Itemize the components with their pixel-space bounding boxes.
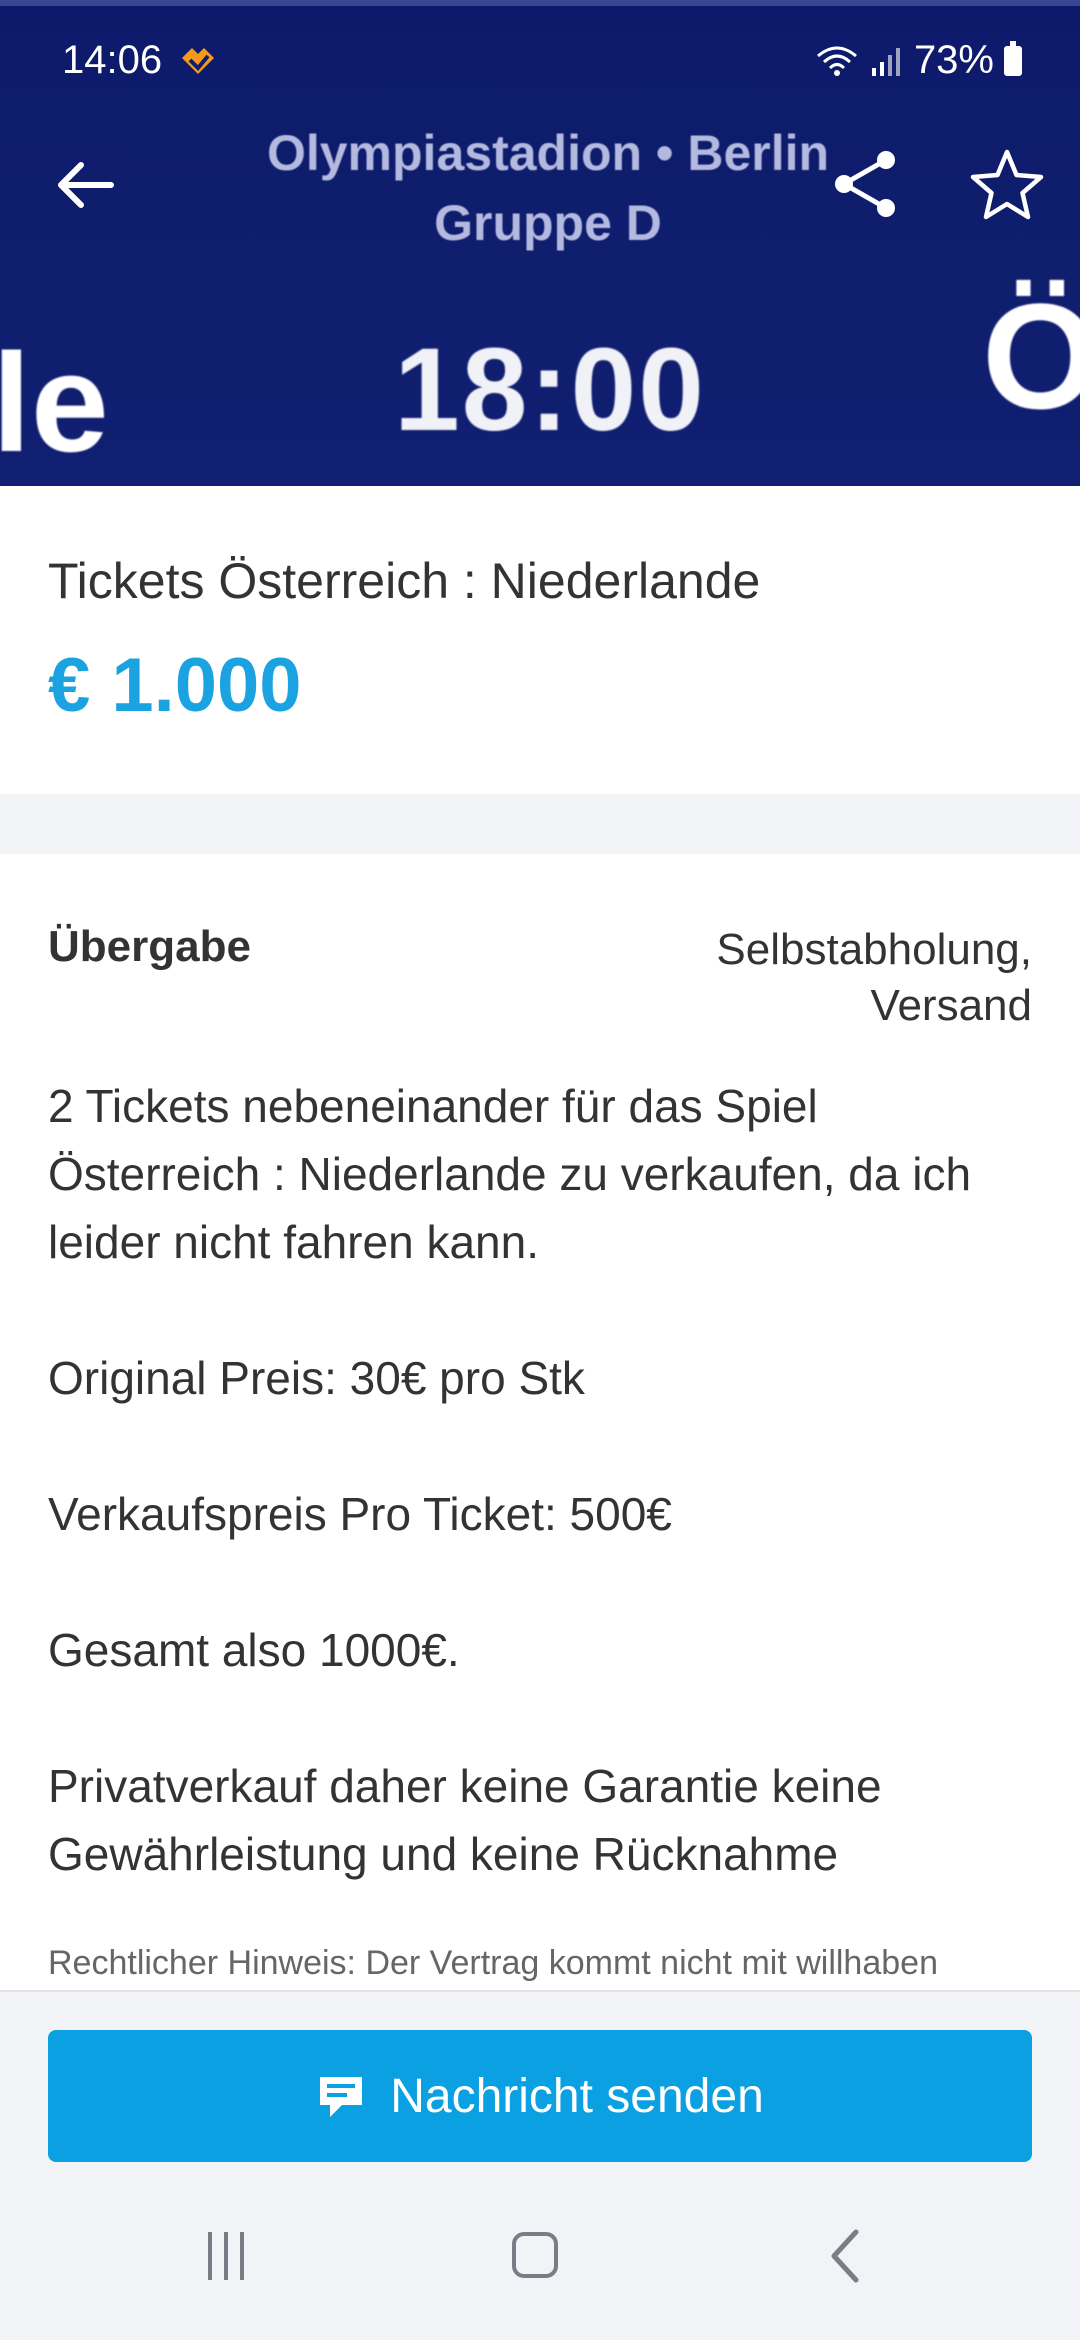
status-indicators: 73% [814, 38, 1022, 83]
listing-description: 2 Tickets nebeneinander für das Spiel Ös… [48, 1072, 1038, 1956]
legal-notice: Rechtlicher Hinweis: Der Vertrag kommt n… [48, 1944, 938, 1982]
handover-value-line1: Selbstabholung, [716, 925, 1032, 974]
event-header-image: 14:06 73% Olympiastadion • Berlin Gruppe… [0, 0, 1080, 486]
system-navigation-bar [0, 2192, 1080, 2340]
battery-percent: 73% [913, 38, 994, 82]
description-paragraph: 2 Tickets nebeneinander für das Spiel Ös… [48, 1080, 972, 1268]
back-button[interactable] [50, 150, 120, 220]
description-paragraph: Original Preis: 30€ pro Stk [48, 1352, 585, 1404]
team-right-fragment: Ö [982, 272, 1080, 440]
chat-message-icon [320, 2077, 363, 2117]
star-outline-icon[interactable] [968, 146, 1046, 224]
venue-text: Olympiastadion • Berlin Gruppe D [248, 118, 848, 258]
listing-title: Tickets Österreich : Niederlande [48, 553, 761, 609]
listing-details: Übergabe Selbstabholung, Versand 2 Ticke… [0, 854, 1080, 1994]
app-screen: 14:06 73% Olympiastadion • Berlin Gruppe… [0, 0, 1080, 2340]
venue-line1: Olympiastadion • Berlin [266, 125, 830, 181]
bottom-action-bar: Nachricht senden [0, 1990, 1080, 2340]
listing-price: € 1.000 [48, 643, 302, 728]
battery-icon [1004, 40, 1022, 76]
team-left-fragment: le [0, 324, 109, 481]
recent-apps-icon[interactable] [208, 2232, 256, 2280]
section-divider [0, 794, 1080, 854]
listing-header: Tickets Österreich : Niederlande € 1.000 [0, 486, 1080, 794]
home-icon[interactable] [512, 2232, 558, 2278]
kickoff-time: 18:00 [394, 324, 706, 456]
handover-value: Selbstabholung, Versand [572, 922, 1032, 1034]
venue-line2: Gruppe D [434, 195, 662, 251]
wifi-icon [816, 46, 857, 76]
description-paragraph: Gesamt also 1000€. [48, 1624, 460, 1676]
status-time: 14:06 [62, 38, 163, 82]
nav-back-icon[interactable] [822, 2226, 872, 2286]
signal-icon [871, 47, 900, 76]
arrow-left-icon [58, 162, 114, 208]
description-paragraph: Verkaufspreis Pro Ticket: 500€ [48, 1488, 672, 1540]
send-message-label: Nachricht senden [390, 2069, 764, 2123]
share-icon[interactable] [828, 146, 904, 222]
handover-label: Übergabe [48, 922, 251, 971]
handover-value-line2: Versand [870, 981, 1032, 1030]
app-notification-icon [182, 48, 214, 74]
top-edge [0, 0, 1080, 6]
description-paragraph: Privatverkauf daher keine Garantie keine… [48, 1760, 882, 1880]
send-message-button[interactable]: Nachricht senden [48, 2030, 1032, 2162]
